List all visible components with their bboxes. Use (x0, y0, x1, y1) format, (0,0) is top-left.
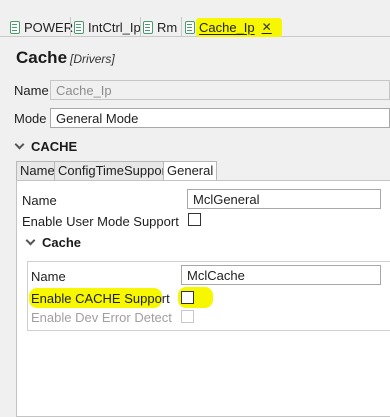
chevron-down-icon (14, 139, 25, 150)
config-file-icon (185, 20, 195, 34)
page-title: Cache [Drivers] (16, 48, 115, 68)
chevron-down-icon (25, 235, 36, 246)
mode-select[interactable]: General Mode (50, 108, 390, 128)
close-icon[interactable]: ✕ (262, 20, 272, 34)
general-name-label: Name (22, 193, 57, 208)
general-panel: Name MclGeneral Enable User Mode Support… (16, 180, 390, 417)
user-mode-checkbox[interactable] (188, 213, 201, 226)
config-file-icon (143, 20, 153, 34)
mode-label: Mode (14, 111, 47, 126)
cache-group-header[interactable]: Cache (25, 235, 82, 250)
cache-section-header[interactable]: CACHE (14, 139, 78, 154)
tab-label: Rm (157, 19, 178, 35)
tab-power[interactable]: POWER (10, 18, 73, 36)
name-field: Cache_Ip (50, 80, 390, 100)
tab-label: POWER (24, 19, 74, 35)
page-subtitle: [Drivers] (70, 52, 115, 66)
enable-cache-checkbox[interactable] (181, 291, 194, 304)
general-name-field[interactable]: MclGeneral (187, 189, 381, 209)
tab-label: IntCtrl_Ip (88, 19, 141, 35)
user-mode-label: Enable User Mode Support (22, 214, 179, 229)
name-label: Name (14, 83, 49, 98)
tab-label: Cache_Ip (199, 19, 255, 35)
tab-separator (140, 17, 141, 37)
editor-tab-bar: POWER IntCtrl_Ip Rm Cache_Ip ✕ (0, 0, 390, 37)
enable-cache-label: Enable CACHE Support (31, 291, 170, 306)
tab-intctrl-ip[interactable]: IntCtrl_Ip (74, 18, 141, 36)
section-title: CACHE (31, 139, 78, 154)
config-file-icon (74, 20, 84, 34)
subtab-name[interactable]: Name (16, 161, 59, 181)
tab-separator (70, 17, 71, 37)
tab-rm[interactable]: Rm (143, 18, 177, 36)
config-file-icon (10, 20, 20, 34)
subtab-config-time-support[interactable]: ConfigTimeSupport (54, 161, 174, 181)
cache-name-field[interactable]: MclCache (181, 265, 381, 285)
page-title-text: Cache (16, 48, 68, 67)
cache-group-title: Cache (42, 235, 82, 250)
tab-cache-ip[interactable]: Cache_Ip ✕ (185, 18, 272, 36)
subtab-general[interactable]: General (163, 161, 218, 181)
editor-content: Cache [Drivers] Name Cache_Ip Mode Genera… (6, 37, 390, 417)
dev-error-checkbox (181, 310, 194, 323)
cache-name-label: Name (31, 269, 66, 284)
dev-error-label: Enable Dev Error Detect (31, 310, 172, 325)
tab-separator (181, 17, 182, 37)
